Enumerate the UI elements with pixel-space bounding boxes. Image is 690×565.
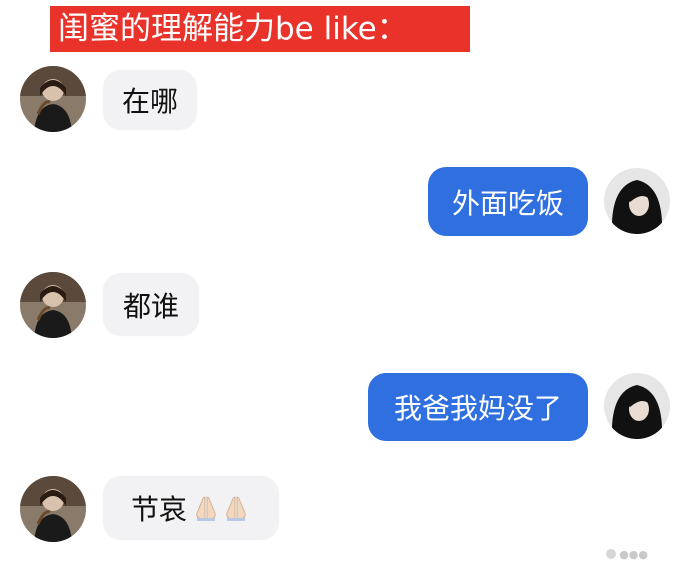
message-bubble: 我爸我妈没了	[368, 373, 588, 441]
message-text: 节哀	[130, 493, 187, 526]
message-text: 在哪	[121, 85, 178, 118]
emoji-group	[191, 493, 251, 523]
message-text: 我爸我妈没了	[393, 392, 562, 425]
message-text: 外面吃饭	[451, 186, 564, 220]
friend-avatar[interactable]	[20, 66, 86, 132]
friend-avatar[interactable]	[20, 272, 86, 338]
praying-hands-icon	[226, 496, 246, 521]
praying-hands-icon	[196, 496, 216, 521]
friend-avatar[interactable]	[20, 476, 86, 542]
message-bubble: 在哪	[103, 70, 197, 130]
self-avatar[interactable]	[604, 168, 670, 234]
watermark: ●●●	[606, 548, 648, 561]
message-bubble: 节哀	[103, 476, 279, 540]
message-text: 都谁	[122, 289, 179, 323]
message-bubble: 都谁	[103, 273, 199, 336]
self-avatar[interactable]	[604, 373, 670, 439]
title-banner: 闺蜜的理解能力be like：	[50, 6, 470, 52]
message-bubble: 外面吃饭	[428, 167, 588, 236]
